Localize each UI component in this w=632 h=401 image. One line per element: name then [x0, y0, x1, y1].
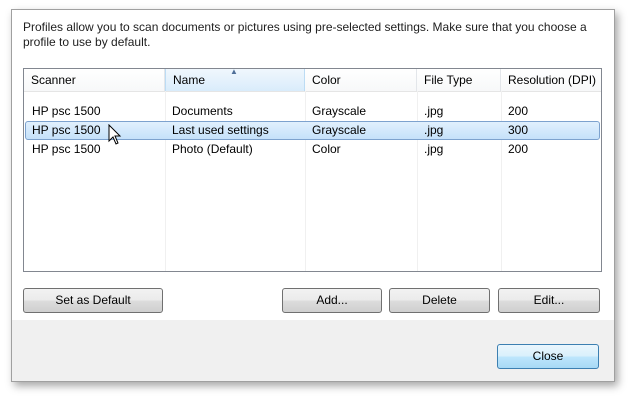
column-header-resolution[interactable]: Resolution (DPI) [501, 69, 601, 91]
scan-profiles-dialog: Profiles allow you to scan documents or … [11, 9, 615, 382]
profiles-list[interactable]: Scanner ▲ Name Color File Type Resolutio… [23, 67, 602, 272]
mouse-pointer-icon [108, 124, 122, 145]
cell-file-type: .jpg [424, 123, 444, 137]
cell-resolution: 200 [508, 142, 529, 156]
cell-file-type: .jpg [424, 104, 444, 118]
cell-scanner: HP psc 1500 [32, 142, 101, 156]
table-row[interactable]: HP psc 1500 Documents Grayscale .jpg 200 [25, 102, 600, 121]
profiles-description: Profiles allow you to scan documents or … [23, 20, 587, 49]
delete-profile-button[interactable]: Delete [389, 288, 490, 313]
cell-resolution: 200 [508, 104, 529, 118]
cell-name: Photo (Default) [172, 142, 253, 156]
close-button[interactable]: Close [497, 344, 599, 369]
column-header-scanner[interactable]: Scanner [24, 69, 165, 91]
cell-color: Color [312, 142, 341, 156]
add-profile-button[interactable]: Add... [282, 288, 382, 313]
cell-scanner: HP psc 1500 [32, 123, 101, 137]
cell-name: Documents [172, 104, 233, 118]
cell-scanner: HP psc 1500 [32, 104, 101, 118]
edit-profile-button[interactable]: Edit... [498, 288, 600, 313]
cell-resolution: 300 [508, 123, 529, 137]
cell-color: Grayscale [312, 104, 367, 118]
cell-color: Grayscale [312, 123, 367, 137]
cell-file-type: .jpg [424, 142, 444, 156]
cell-name: Last used settings [172, 123, 269, 137]
column-header-name[interactable]: ▲ Name [165, 67, 305, 91]
column-header-color[interactable]: Color [305, 69, 417, 91]
set-as-default-button[interactable]: Set as Default [23, 288, 163, 313]
column-header-file-type[interactable]: File Type [417, 69, 501, 91]
sort-ascending-icon: ▲ [230, 67, 238, 76]
column-header-name-label: Name [173, 73, 206, 87]
dialog-content-area: Profiles allow you to scan documents or … [12, 10, 614, 320]
list-header: Scanner ▲ Name Color File Type Resolutio… [24, 67, 601, 92]
